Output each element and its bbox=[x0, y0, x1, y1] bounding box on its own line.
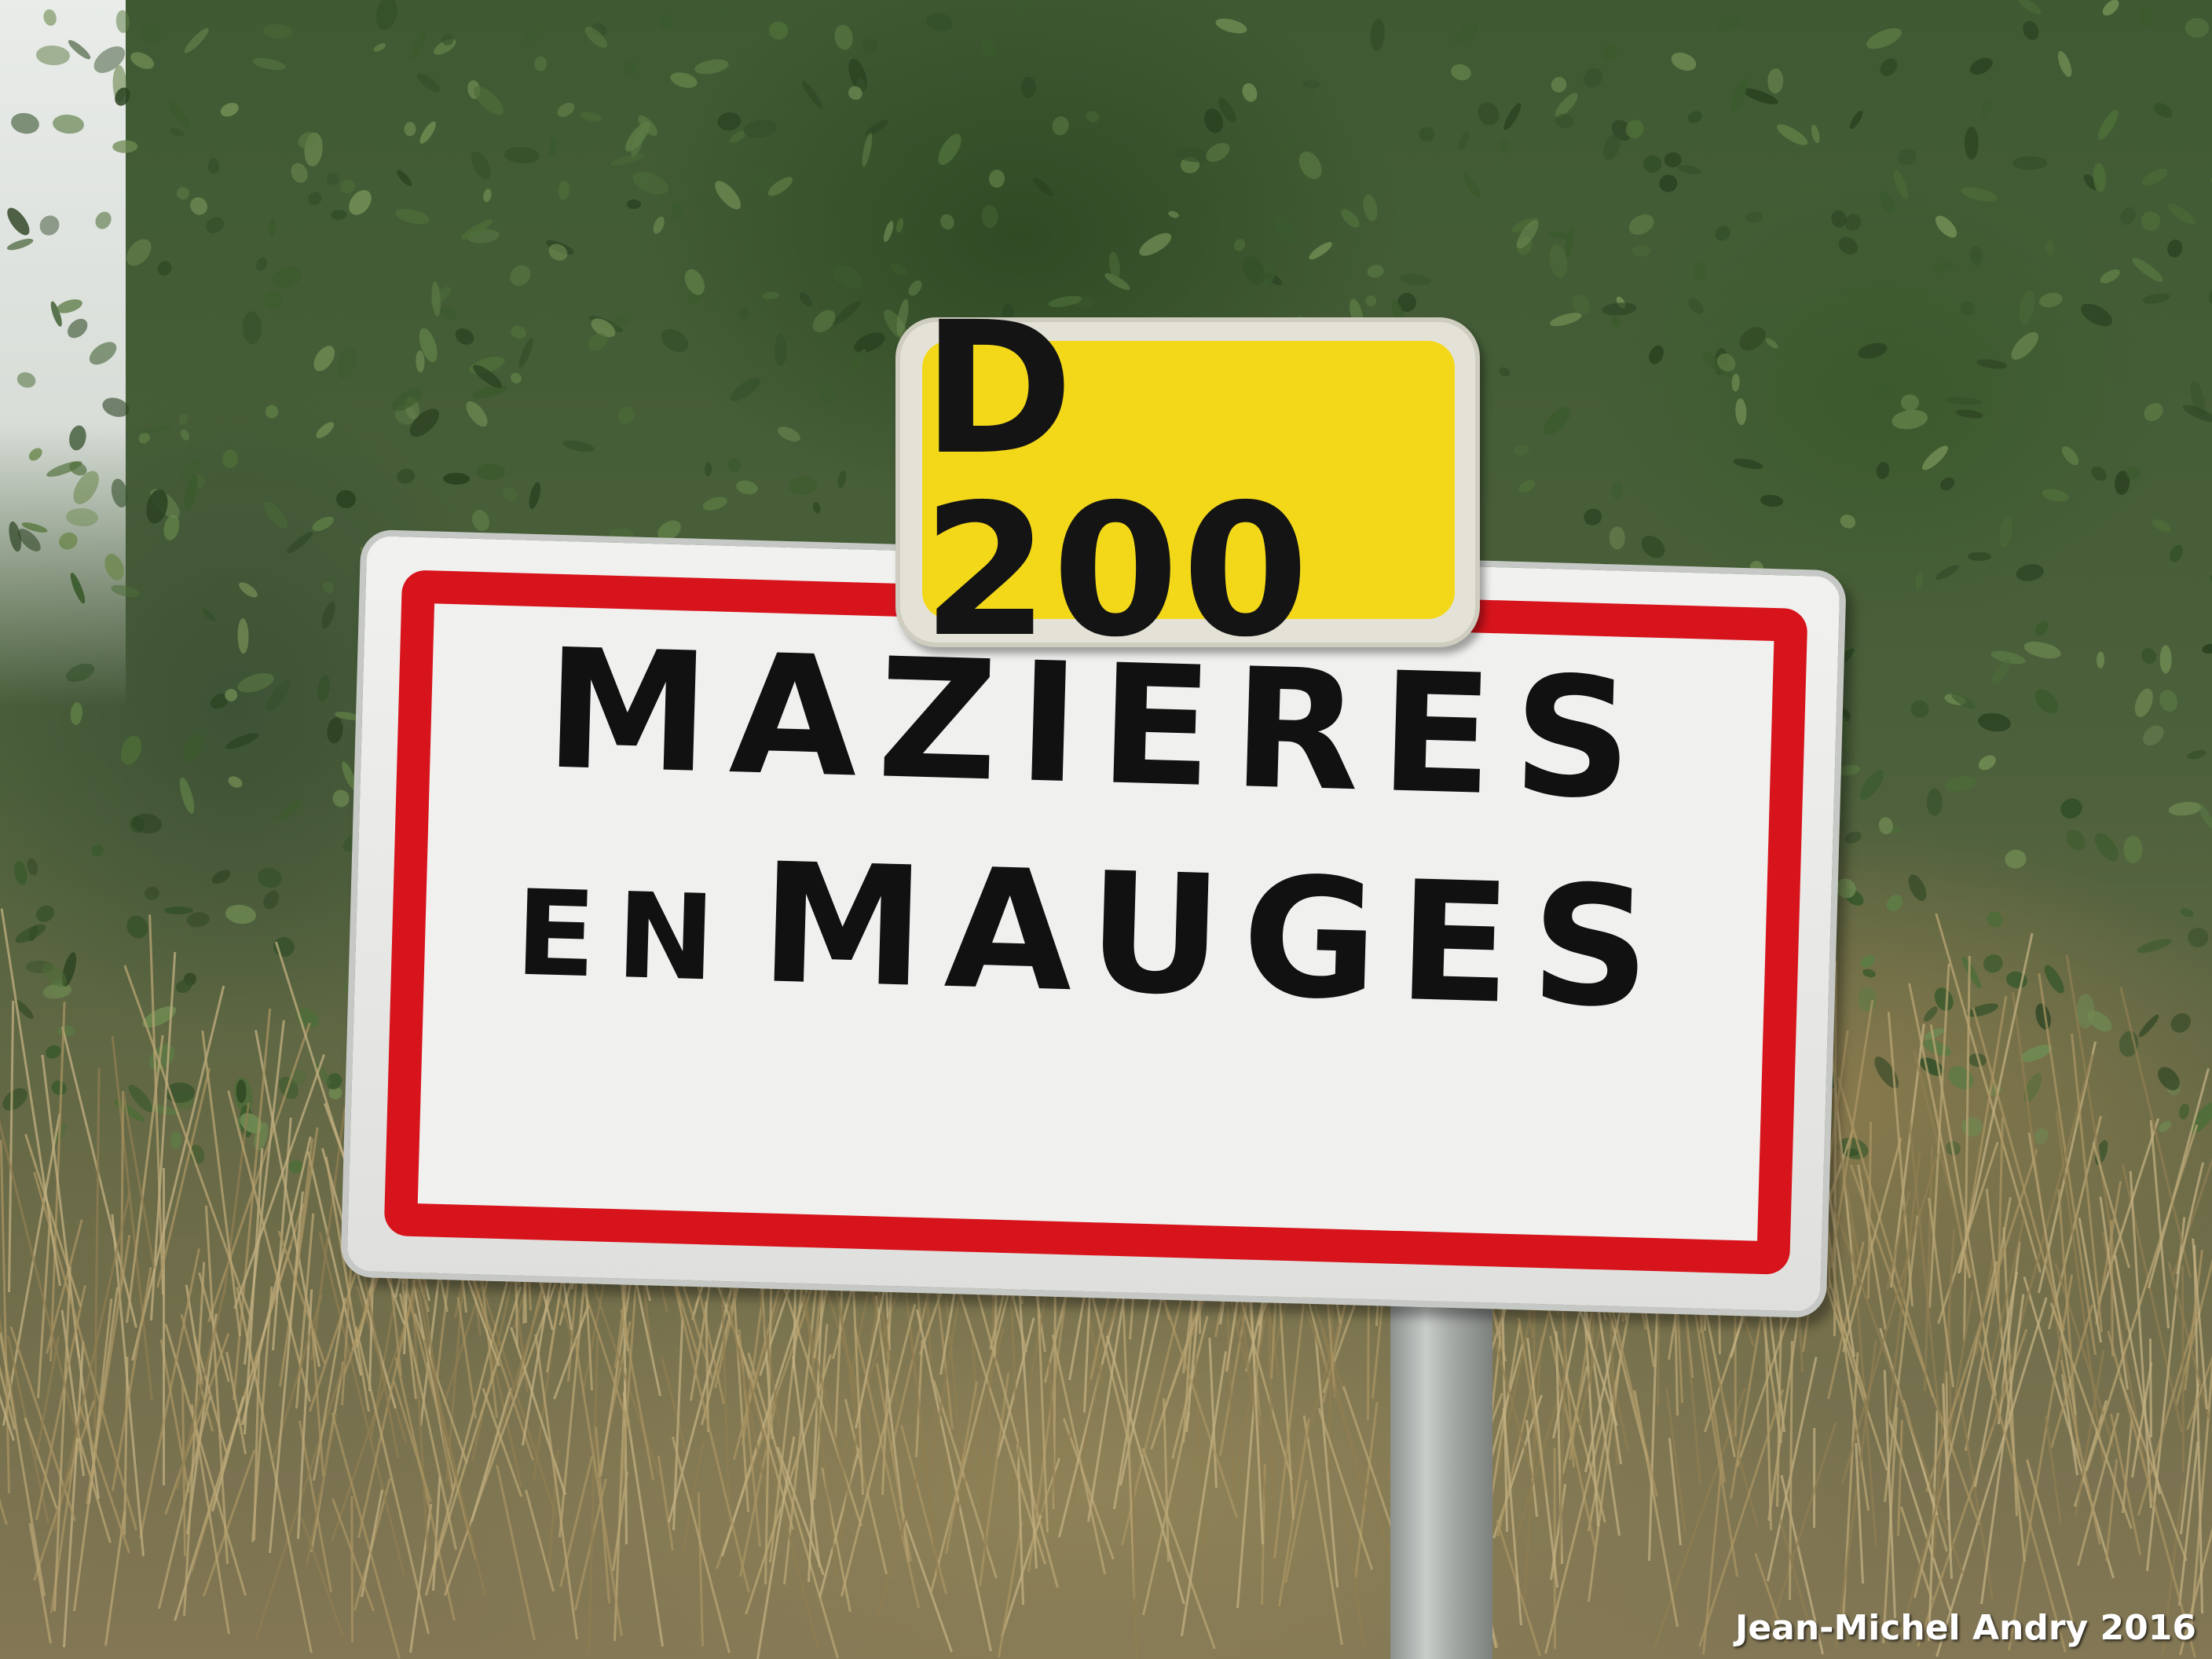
leaf-shape bbox=[659, 13, 675, 31]
leaf-shape bbox=[1965, 126, 1979, 159]
leaf-shape bbox=[1692, 262, 1706, 281]
grass-blade bbox=[163, 1167, 166, 1485]
leaf-shape bbox=[2045, 240, 2054, 255]
photo-scene: MAZIERES EN MAUGES D 200 Jean-Michel And… bbox=[0, 0, 2212, 1659]
route-number-plate: D 200 bbox=[895, 298, 1480, 662]
leaf-shape bbox=[1925, 788, 1943, 816]
town-name-prefix: EN bbox=[513, 865, 738, 1009]
leaf-shape bbox=[237, 618, 249, 654]
leaf-shape bbox=[236, 1079, 247, 1104]
leaf-shape bbox=[2123, 836, 2143, 863]
town-name-suffix: MAUGES bbox=[757, 827, 1673, 1046]
leaf-shape bbox=[1901, 394, 1920, 411]
leaf-shape bbox=[112, 140, 138, 153]
sign-post bbox=[1390, 1257, 1492, 1659]
route-plate-face: D 200 bbox=[922, 298, 1455, 662]
leaf-shape bbox=[207, 157, 220, 175]
route-number: D 200 bbox=[922, 283, 1313, 677]
leaf-shape bbox=[2185, 18, 2209, 38]
leaf-shape bbox=[1967, 551, 1991, 562]
leaf-shape bbox=[57, 1024, 75, 1037]
town-name-line2: EN MAUGES bbox=[353, 811, 1833, 1108]
leaf-shape bbox=[164, 906, 193, 914]
grass-blade bbox=[1813, 1428, 1816, 1528]
photo-credit: Jean-Michel Andry 2016 bbox=[1734, 1608, 2196, 1648]
leaf-shape bbox=[1858, 986, 1877, 1012]
leaf-shape bbox=[1611, 482, 1623, 500]
